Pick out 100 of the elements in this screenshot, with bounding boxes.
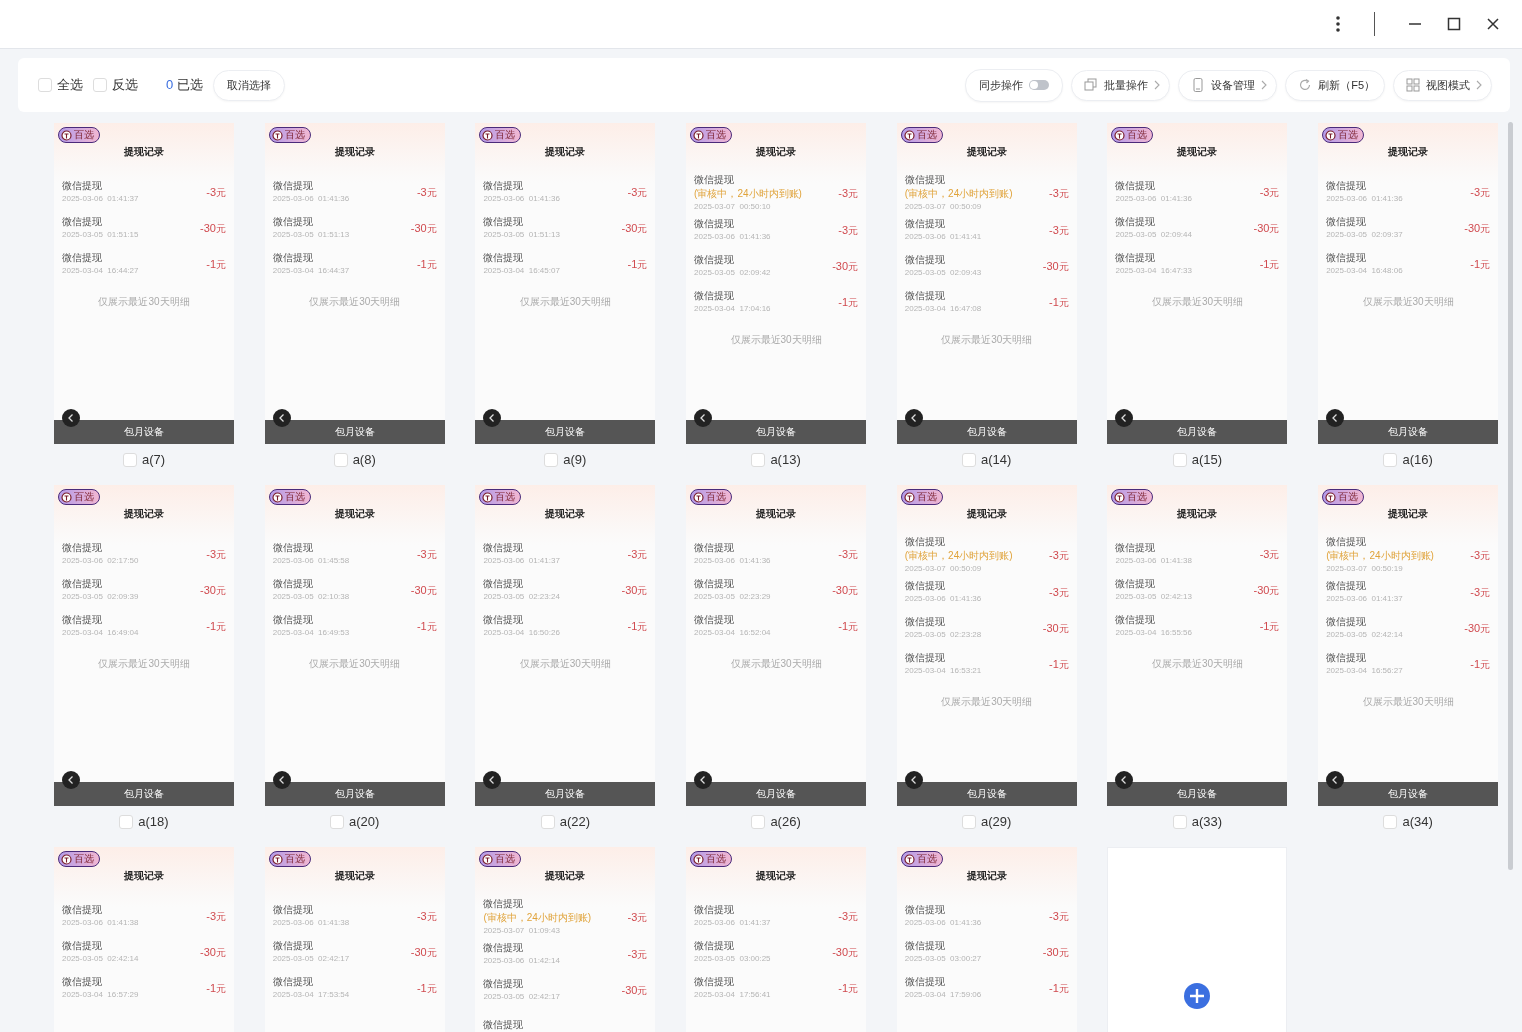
- record-title: 微信提现: [483, 215, 524, 229]
- selected-count: 0 已选: [166, 76, 203, 94]
- record-time: 2025-03-04 16:52:04: [694, 628, 771, 637]
- device-checkbox[interactable]: a(16): [1383, 452, 1433, 467]
- device-checkbox[interactable]: a(9): [544, 452, 587, 467]
- screen-note: 仅展示最近30天明细: [1361, 295, 1455, 309]
- record-amount: -1元: [1470, 657, 1491, 672]
- record-title: 微信提现: [1115, 215, 1156, 229]
- record-time: 2025-03-07 00:50:09: [904, 202, 983, 211]
- record-title: 微信提现: [904, 903, 945, 917]
- device-checkbox[interactable]: a(7): [122, 452, 166, 467]
- record-amount: -3元: [416, 185, 437, 200]
- record-title: 微信提现: [483, 1018, 524, 1032]
- record-time: 2025-03-06 01:41:36: [904, 594, 982, 603]
- app-logo: 百选: [900, 127, 943, 143]
- record-amount: -1元: [416, 981, 437, 996]
- device-checkbox[interactable]: a(20): [330, 814, 380, 829]
- record-title: 微信提现: [62, 577, 102, 591]
- device-checkbox[interactable]: a(33): [1172, 814, 1223, 829]
- record-title: 微信提现: [1115, 577, 1156, 591]
- record-time: 2025-03-05 02:09:42: [694, 268, 771, 277]
- device-checkbox[interactable]: a(13): [751, 452, 801, 467]
- record-time: 2025-03-05 01:51:13: [483, 230, 560, 239]
- device-footer-bar: 包月设备: [475, 420, 656, 444]
- record-time: 2025-03-06 01:41:38: [272, 918, 350, 927]
- record-amount: -3元: [1048, 223, 1069, 238]
- device-footer-bar: 包月设备: [896, 420, 1077, 444]
- screen-note: 仅展示最近30天明细: [729, 657, 823, 671]
- device-checkbox[interactable]: a(34): [1383, 814, 1433, 829]
- device-footer-bar: 包月设备: [54, 420, 234, 444]
- record-amount: -30元: [832, 583, 859, 598]
- record-amount: -30元: [1042, 259, 1069, 274]
- invert-selection-checkbox[interactable]: 反选: [93, 76, 138, 94]
- sync-operation-toggle[interactable]: 同步操作: [965, 68, 1064, 102]
- record-amount: -3元: [838, 909, 859, 924]
- screen-note: 仅展示最近30天明细: [308, 295, 402, 309]
- record-title: 微信提现: [62, 613, 102, 627]
- device-checkbox[interactable]: a(8): [333, 452, 376, 467]
- record-time: 2025-03-05 02:09:44: [1115, 230, 1192, 239]
- device-checkbox[interactable]: a(22): [540, 814, 591, 829]
- record-amount: -3元: [1470, 585, 1491, 600]
- status-tag: (审核中，24小时内到账): [904, 187, 1013, 201]
- record-time: 2025-03-06 01:41:37: [62, 194, 139, 203]
- record-amount: -1元: [206, 619, 226, 634]
- toolbar-button[interactable]: 设备管理: [1178, 69, 1278, 101]
- device-footer-bar: 包月设备: [1318, 782, 1499, 806]
- record-title: 微信提现: [1115, 541, 1156, 555]
- record-title: 微信提现: [904, 173, 945, 187]
- record-title: 微信提现: [62, 975, 102, 989]
- record-amount: -1元: [1048, 295, 1069, 310]
- device-checkbox[interactable]: a(18): [119, 814, 169, 829]
- record-time: 2025-03-05 01:51:13: [272, 230, 350, 239]
- toolbar-button[interactable]: 视图模式: [1393, 69, 1492, 101]
- status-tag: (审核中，24小时内到账): [1326, 549, 1434, 563]
- screen-note: 仅展示最近30天明细: [308, 657, 402, 671]
- record-time: 2025-03-04 17:53:54: [272, 990, 350, 999]
- record-title: 微信提现: [272, 939, 313, 953]
- record-amount: -1元: [1470, 257, 1491, 272]
- record-amount: -3元: [1048, 548, 1069, 563]
- record-amount: -30元: [1042, 945, 1069, 960]
- record-amount: -1元: [1259, 257, 1280, 272]
- record-title: 微信提现: [62, 541, 102, 555]
- device-footer-bar: 包月设备: [1107, 782, 1288, 806]
- record-amount: -3元: [838, 223, 859, 238]
- select-all-checkbox[interactable]: 全选: [38, 76, 83, 94]
- record-title: 微信提现: [483, 577, 524, 591]
- device-footer-bar: 包月设备: [54, 782, 234, 806]
- app-logo: 百选: [900, 489, 943, 505]
- device-checkbox[interactable]: a(15): [1172, 452, 1223, 467]
- record-time: 2025-03-05 02:42:14: [1326, 630, 1403, 639]
- record-amount: -3元: [1048, 585, 1069, 600]
- toolbar-button[interactable]: 批量操作: [1071, 69, 1171, 101]
- record-title: 微信提现: [483, 251, 524, 265]
- clear-selection-button[interactable]: 取消选择: [212, 69, 285, 101]
- screen-note: 仅展示最近30天明细: [518, 657, 612, 671]
- device-checkbox[interactable]: a(14): [962, 452, 1012, 467]
- record-time: 2025-03-04 17:59:06: [904, 990, 982, 999]
- record-title: 微信提现: [904, 579, 945, 593]
- record-time: 2025-03-04 17:56:41: [694, 990, 771, 999]
- device-checkbox[interactable]: a(29): [962, 814, 1012, 829]
- device-footer-bar: 包月设备: [896, 782, 1077, 806]
- toolbar-button[interactable]: 刷新（F5）: [1285, 69, 1385, 101]
- record-time: 2025-03-04 16:50:26: [483, 628, 560, 637]
- record-title: 微信提现: [694, 975, 735, 989]
- app-logo: 百选: [1111, 489, 1154, 505]
- device-footer-bar: 包月设备: [686, 420, 867, 444]
- record-title: 微信提现: [694, 253, 735, 267]
- screen-note: 仅展示最近30天明细: [97, 657, 191, 671]
- record-title: 微信提现: [483, 977, 524, 991]
- status-tag: (审核中，24小时内到账): [904, 549, 1013, 563]
- record-amount: -1元: [838, 619, 859, 634]
- record-amount: -3元: [206, 909, 226, 924]
- record-amount: -3元: [1048, 909, 1069, 924]
- app-logo: 百选: [479, 851, 522, 867]
- record-title: 微信提现: [483, 897, 524, 911]
- device-checkbox[interactable]: a(26): [751, 814, 801, 829]
- record-title: 微信提现: [694, 217, 735, 231]
- record-title: 微信提现: [1326, 215, 1367, 229]
- record-title: 微信提现: [272, 179, 313, 193]
- app-logo: 百选: [1322, 127, 1365, 143]
